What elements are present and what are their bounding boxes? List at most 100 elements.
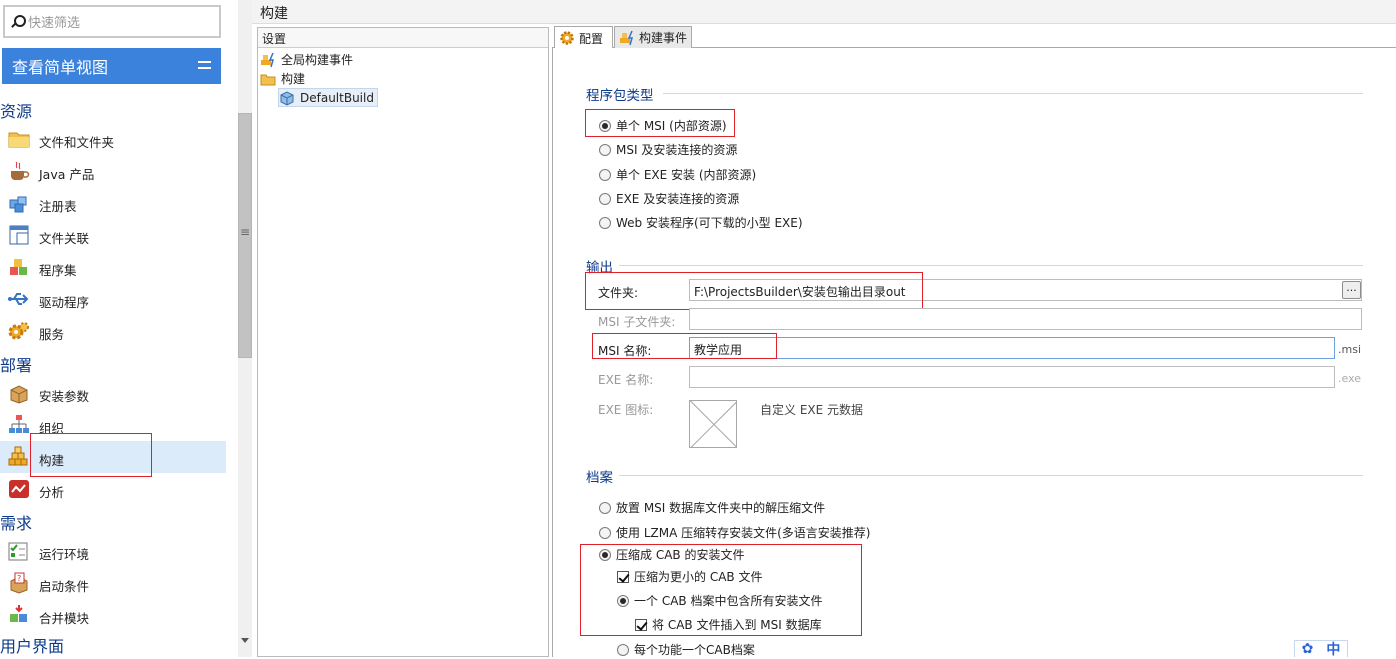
radio-label: 单个 MSI (内部资源)	[616, 119, 727, 133]
checkbox-smaller-cab[interactable]: 压缩为更小的 CAB 文件	[617, 568, 762, 585]
exe-name-label: EXE 名称:	[598, 373, 654, 387]
radio-label: MSI 及安装连接的资源	[616, 143, 738, 157]
tree-item-default-build[interactable]: DefaultBuild	[278, 88, 378, 107]
radio-cab[interactable]: 压缩成 CAB 的安装文件	[599, 546, 744, 563]
radio-uncompressed-files[interactable]: 放置 MSI 数据库文件夹中的解压缩文件	[599, 499, 825, 516]
search-icon	[11, 15, 26, 28]
nav-item-registry[interactable]: 注册表	[0, 187, 226, 219]
radio-button[interactable]	[599, 501, 611, 514]
msi-name-field[interactable]: 教学应用	[689, 337, 1335, 359]
section-requirements: 需求	[0, 514, 33, 533]
radio-single-exe[interactable]: 单个 EXE 安装 (内部资源)	[599, 166, 756, 183]
radio-button[interactable]	[599, 526, 611, 539]
radio-label: 使用 LZMA 压缩转存安装文件(多语言安装推荐)	[616, 526, 871, 540]
nav-item-analysis[interactable]: 分析	[0, 473, 226, 505]
nav-label: 合并模块	[39, 611, 90, 626]
nav-item-build[interactable]: 构建	[0, 441, 226, 473]
package-icon	[10, 385, 28, 404]
radio-exe-linked[interactable]: EXE 及安装连接的资源	[599, 190, 739, 207]
radio-one-cab[interactable]: 一个 CAB 档案中包含所有安装文件	[617, 592, 822, 609]
build-bricks-icon	[8, 446, 28, 466]
nav-label: Java 产品	[39, 167, 95, 182]
tab-config[interactable]: 配置	[554, 26, 613, 49]
radio-cab-per-feature[interactable]: 每个功能一个CAB档案	[617, 641, 755, 658]
nav-item-install-params[interactable]: 安装参数	[0, 377, 226, 409]
assemblies-icon	[10, 259, 27, 275]
browse-folder-button[interactable]: ...	[1342, 281, 1361, 299]
msi-name-label: MSI 名称:	[598, 344, 652, 358]
radio-single-msi[interactable]: 单个 MSI (内部资源)	[599, 117, 727, 134]
analysis-icon	[9, 480, 29, 498]
exe-name-field[interactable]	[689, 366, 1335, 388]
nav-item-drivers[interactable]: 驱动程序	[0, 283, 226, 315]
tree-item-global-build-events[interactable]: 全局构建事件	[260, 50, 353, 69]
svg-text:?: ?	[17, 574, 21, 583]
pane-splitter-grip-icon[interactable]: ≡	[238, 225, 252, 239]
nav-item-files[interactable]: 文件和文件夹	[0, 123, 226, 155]
group-divider	[663, 93, 1363, 94]
msi-subfolder-field[interactable]	[689, 308, 1362, 330]
nav-item-assemblies[interactable]: 程序集	[0, 251, 226, 283]
folder-label: 文件夹:	[598, 286, 639, 300]
java-cup-icon	[11, 161, 30, 180]
radio-lzma[interactable]: 使用 LZMA 压缩转存安装文件(多语言安装推荐)	[599, 524, 870, 541]
tree-label: 全局构建事件	[281, 53, 354, 67]
nav-label: 组织	[39, 421, 65, 436]
nav-label: 文件和文件夹	[39, 135, 115, 150]
folder-icon	[260, 74, 276, 85]
radio-button[interactable]	[599, 119, 611, 132]
settings-header: 设置	[258, 28, 548, 48]
left-pane-scrollbar[interactable]	[238, 0, 252, 657]
nav-label: 安装参数	[39, 389, 90, 404]
group-archive-title: 档案	[586, 470, 613, 486]
radio-button[interactable]	[599, 168, 611, 181]
usb-driver-icon	[8, 293, 29, 305]
tab-build-events[interactable]: 构建事件	[614, 26, 692, 48]
output-folder-field[interactable]: F:\ProjectsBuilder\安装包输出目录out	[689, 279, 1362, 301]
radio-label: 单个 EXE 安装 (内部资源)	[616, 168, 757, 182]
radio-label: EXE 及安装连接的资源	[616, 192, 740, 206]
radio-msi-linked[interactable]: MSI 及安装连接的资源	[599, 141, 737, 158]
checkbox[interactable]	[635, 618, 647, 631]
checkbox[interactable]	[617, 570, 629, 583]
radio-label: 放置 MSI 数据库文件夹中的解压缩文件	[616, 501, 826, 515]
simple-view-button[interactable]: 查看简单视图	[2, 48, 221, 84]
tree-label: 构建	[281, 72, 306, 86]
radio-button[interactable]	[599, 216, 611, 229]
nav-item-java[interactable]: Java 产品	[0, 155, 226, 187]
tree-item-build-folder[interactable]: 构建	[260, 69, 305, 88]
nav-item-services[interactable]: 服务	[0, 315, 226, 347]
radio-web-installer[interactable]: Web 安装程序(可下载的小型 EXE)	[599, 214, 803, 231]
radio-button[interactable]	[599, 548, 611, 561]
nav-label: 构建	[39, 453, 65, 468]
exe-icon-label: EXE 图标:	[598, 403, 654, 417]
checkbox-embed-cab[interactable]: 将 CAB 文件插入到 MSI 数据库	[635, 616, 822, 633]
radio-button[interactable]	[617, 643, 629, 656]
nav-label: 运行环境	[39, 547, 90, 562]
cube-icon	[280, 90, 294, 106]
nav-item-organization[interactable]: 组织	[0, 409, 226, 441]
nav-item-runtime[interactable]: 运行环境	[0, 535, 226, 567]
radio-button[interactable]	[599, 143, 611, 156]
tab-label: 构建事件	[639, 31, 688, 45]
nav-label: 分析	[39, 485, 65, 500]
radio-button[interactable]	[599, 192, 611, 205]
exe-metadata-link[interactable]: 自定义 EXE 元数据	[760, 401, 863, 418]
section-deploy: 部署	[0, 356, 33, 375]
ime-indicator[interactable]: ✿ 中	[1294, 640, 1348, 658]
quick-filter-placeholder: 快速筛选	[28, 16, 81, 31]
nav-item-merge-modules[interactable]: 合并模块	[0, 599, 226, 631]
nav-label: 服务	[39, 327, 65, 342]
group-package-type-title: 程序包类型	[586, 88, 654, 104]
scroll-down-arrow-icon[interactable]	[241, 638, 249, 643]
quick-filter-input[interactable]: 快速筛选	[3, 5, 221, 38]
nav-item-file-association[interactable]: 文件关联	[0, 219, 226, 251]
registry-icon	[9, 196, 27, 213]
file-association-icon	[9, 225, 29, 245]
folder-icon	[8, 132, 30, 148]
nav-item-launch-conditions[interactable]: ? 启动条件	[0, 567, 226, 599]
group-divider	[619, 475, 1363, 476]
build-events-icon	[620, 30, 633, 45]
radio-button[interactable]	[617, 594, 629, 607]
exe-icon-placeholder[interactable]	[689, 400, 737, 448]
